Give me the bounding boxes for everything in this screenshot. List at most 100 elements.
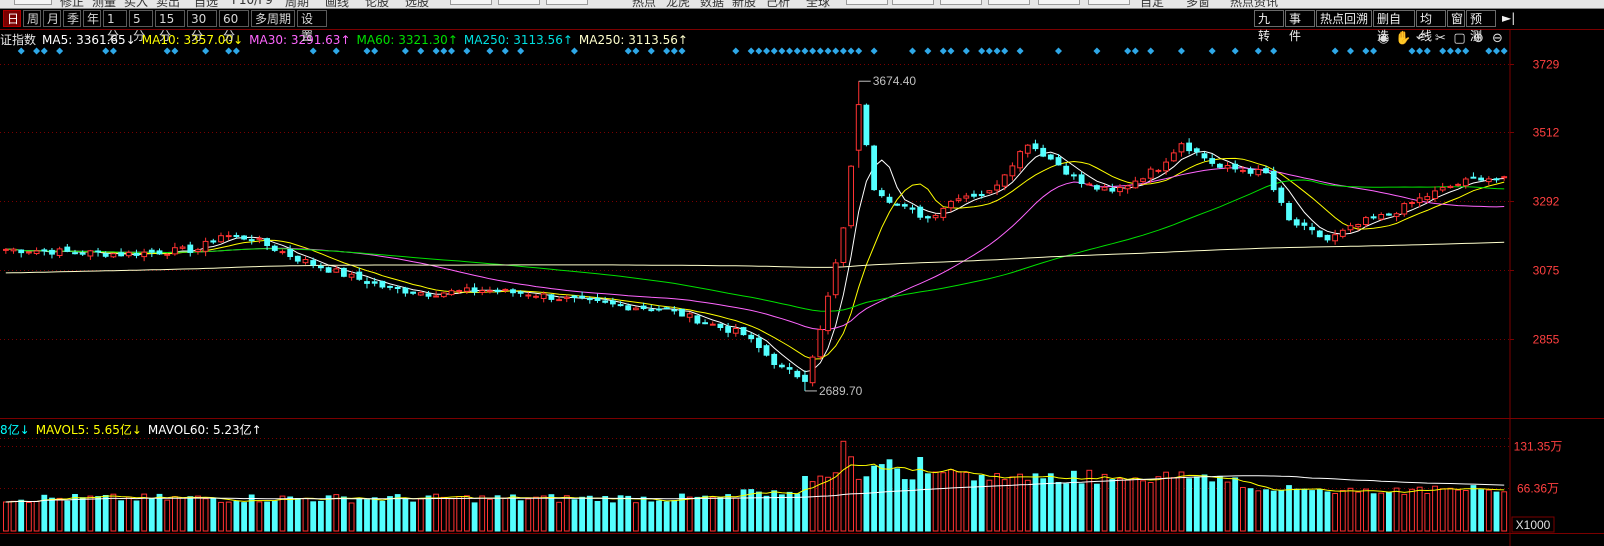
volume-tick-label: 131.35万 — [1514, 440, 1563, 454]
signal-diamond — [632, 47, 640, 55]
volume-bar — [901, 479, 908, 532]
tool-tab-3[interactable]: 删自选 — [1373, 10, 1415, 43]
candle-body — [202, 240, 209, 252]
signal-diamond — [1016, 47, 1024, 55]
volume-bar — [1386, 492, 1392, 532]
period-tab-0[interactable]: 日 — [3, 10, 21, 27]
volume-bar — [1178, 471, 1185, 532]
candle-body — [617, 304, 624, 307]
hand-icon[interactable]: ✋ — [1395, 31, 1411, 46]
candle-body — [26, 251, 32, 254]
tool-tab-2[interactable]: 热点回溯 — [1316, 10, 1372, 27]
eye-icon[interactable]: ◉ — [1376, 31, 1391, 46]
candle-body — [986, 190, 993, 194]
period-tab-5[interactable]: 1分 — [103, 10, 127, 43]
volume-bar — [348, 502, 355, 532]
volume-bar — [1447, 487, 1454, 532]
period-tab-8[interactable]: 30分 — [187, 10, 217, 43]
undo-icon[interactable]: ↶ — [1414, 31, 1429, 46]
signal-diamond — [978, 47, 986, 55]
volume-bar — [563, 495, 570, 532]
volume-bar — [825, 476, 831, 532]
candle-body — [594, 297, 601, 302]
tool-tab-1[interactable]: 事件 — [1285, 10, 1315, 43]
period-tab-3[interactable]: 季 — [63, 10, 81, 27]
volume-bar — [748, 489, 755, 532]
candle-body — [471, 287, 478, 293]
tool-tab-6[interactable]: 预测 — [1466, 10, 1496, 43]
signal-diamond — [1362, 47, 1370, 55]
volume-bar — [1501, 491, 1508, 532]
volume-bar — [1101, 473, 1108, 532]
volume-bar — [832, 472, 839, 532]
volume-bar — [210, 497, 217, 532]
expand-panel-icon[interactable]: ►| — [1499, 10, 1515, 27]
volume-bar — [779, 494, 785, 532]
candle-body — [256, 237, 263, 240]
candle-body — [348, 273, 355, 278]
volume-bar — [1001, 479, 1008, 532]
period-tab-1[interactable]: 周 — [23, 10, 41, 27]
candle-body — [886, 196, 893, 203]
signal-diamond — [870, 47, 878, 55]
candle-body — [602, 300, 609, 303]
volume-bar — [141, 493, 148, 532]
candle-body — [1339, 229, 1346, 237]
signal-diamond — [1370, 47, 1378, 55]
tool-tab-4[interactable]: 均线 — [1416, 10, 1446, 43]
period-tab-9[interactable]: 60分 — [219, 10, 249, 43]
candle-body — [133, 253, 140, 256]
period-tab-6[interactable]: 5分 — [129, 10, 153, 43]
kline-chart[interactable]: 2855 3075 3292 3512 3729 66.36万 131.35万 X1000 36… — [0, 0, 1604, 546]
volume-bar — [909, 479, 916, 532]
volume-bar — [1117, 478, 1123, 532]
signal-diamond — [747, 47, 755, 55]
signal-diamond — [432, 47, 440, 55]
volume-bar — [786, 491, 793, 532]
tool-tab-0[interactable]: 九转 — [1254, 10, 1284, 43]
candle-body — [817, 329, 824, 358]
candle-body — [1047, 154, 1054, 160]
volume-bar — [410, 501, 417, 532]
candle-body — [379, 280, 386, 288]
volume-bar — [732, 497, 739, 532]
volume-bar — [617, 495, 624, 532]
volume-bar — [556, 501, 563, 532]
tool-tab-5[interactable]: 窗 — [1447, 10, 1465, 27]
volume-bar — [1109, 479, 1116, 532]
candle-body — [1224, 165, 1231, 169]
volume-bar — [894, 468, 901, 532]
signal-diamond — [793, 47, 801, 55]
volume-bar — [502, 497, 509, 532]
volume-bar — [917, 457, 924, 532]
volume-bar — [955, 471, 962, 532]
candle-body — [878, 190, 885, 197]
candle-body — [994, 184, 1001, 191]
signal-diamond — [809, 47, 817, 55]
zoom-in-icon[interactable]: ⊕ — [1471, 31, 1486, 46]
lock-icon[interactable]: ▢ — [1452, 31, 1467, 46]
volume-bar — [318, 500, 324, 532]
candle-body — [218, 235, 224, 243]
candle-body — [1347, 225, 1354, 231]
volume-bar — [1132, 477, 1139, 532]
signal-diamond — [163, 47, 171, 55]
candle-body — [525, 294, 532, 297]
volume-bar — [1055, 482, 1062, 532]
volume-bar — [1401, 493, 1408, 532]
volume-bar — [1493, 491, 1500, 532]
period-tab-7[interactable]: 15分 — [155, 10, 185, 43]
candle-body — [640, 305, 647, 310]
period-tab-4[interactable]: 年 — [83, 10, 101, 27]
volume-bar — [1186, 478, 1192, 532]
volume-bar — [148, 498, 155, 532]
scissors-icon[interactable]: ✂ — [1433, 31, 1448, 46]
volume-bar — [1224, 481, 1231, 532]
volume-bar — [510, 494, 516, 532]
period-tab-11[interactable]: 设置 — [297, 10, 327, 43]
period-tab-2[interactable]: 月 — [43, 10, 61, 27]
period-tab-10[interactable]: 多周期 — [251, 10, 295, 27]
volume-bar — [840, 440, 847, 532]
zoom-out-icon[interactable]: ⊖ — [1490, 31, 1505, 46]
candle-body — [148, 249, 155, 253]
